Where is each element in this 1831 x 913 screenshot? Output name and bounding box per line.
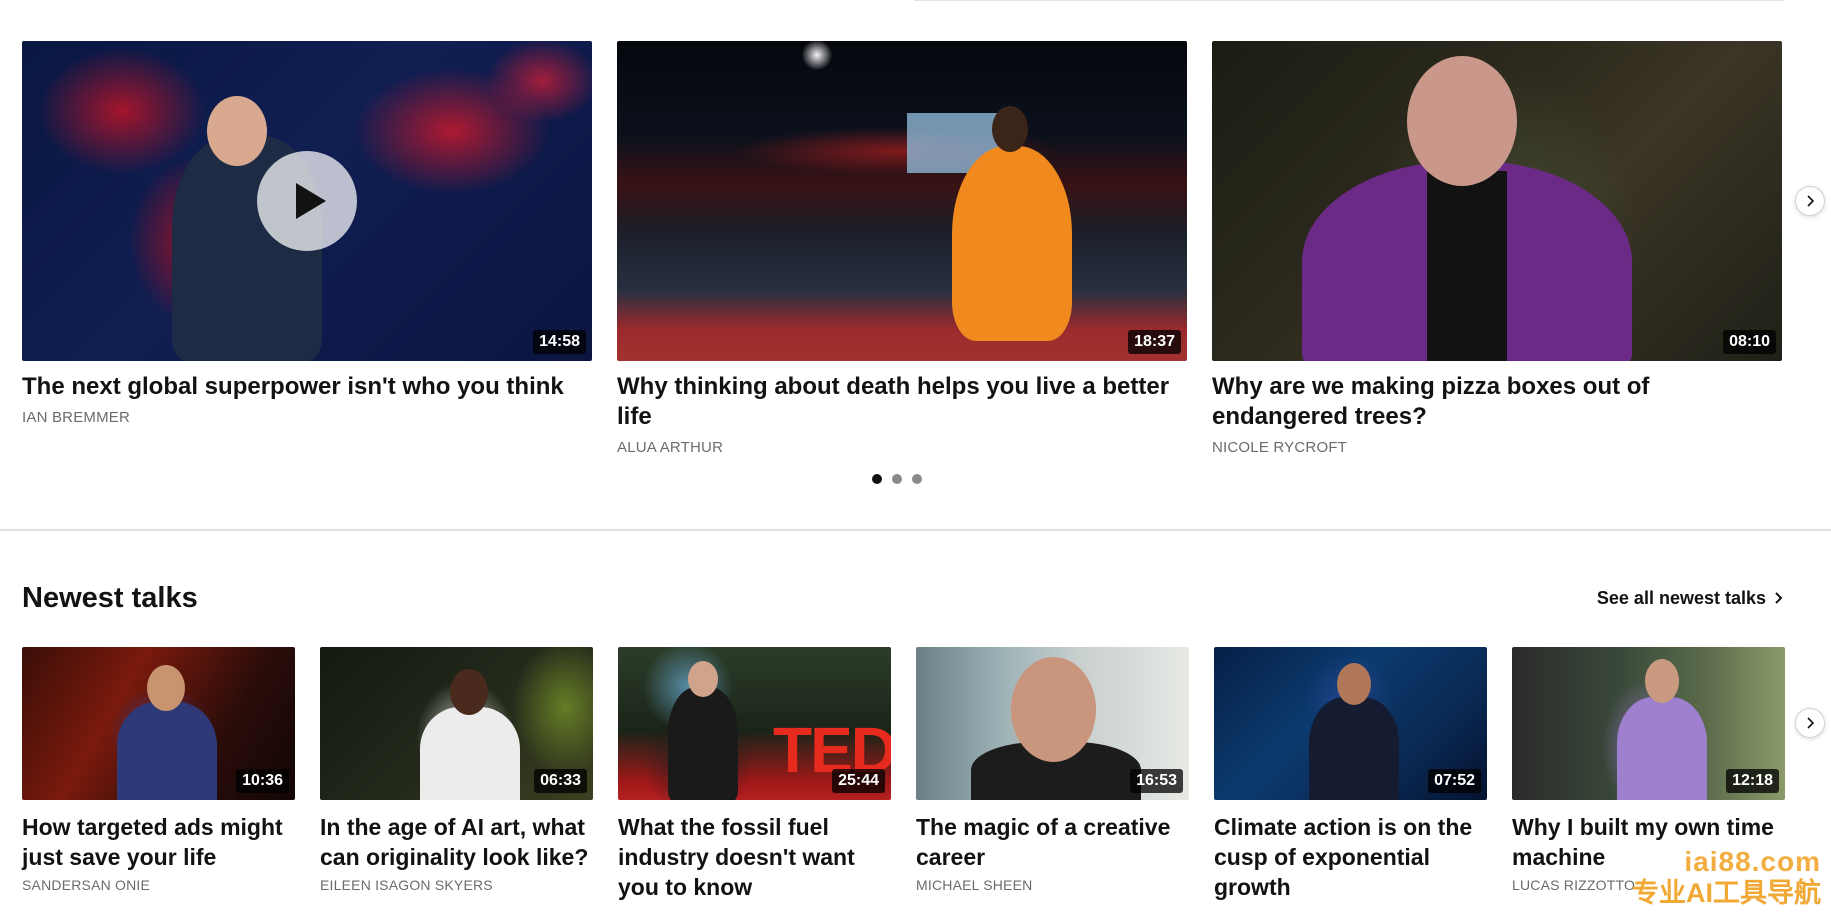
talk-thumbnail[interactable]: 16:53 [916,647,1189,800]
speaker-name: NICOLE RYCROFT [1212,439,1348,456]
speaker-name: EILEEN ISAGON SKYERS [320,877,493,893]
see-all-label: See all newest talks [1596,588,1766,608]
speaker-figure [952,146,1072,341]
talk-title[interactable]: Climate action is on the cusp of exponen… [1214,812,1487,902]
talk-thumbnail[interactable]: 14:58 [22,41,592,361]
talk-title[interactable]: The next global superpower isn't who you… [22,372,592,402]
carousel-pagination [872,474,922,484]
featured-talk-card[interactable]: 18:37 Why thinking about death helps you… [617,41,1187,458]
talk-thumbnail[interactable]: 06:33 [320,647,593,800]
speaker-head [992,106,1028,152]
featured-carousel: 14:58 The next global superpower isn't w… [22,41,1784,458]
page: 14:58 The next global superpower isn't w… [0,0,1831,913]
play-icon [296,183,326,219]
newest-talks-row: 10:36 How targeted ads might just save y… [22,647,1785,905]
duration-badge: 10:36 [236,769,289,793]
newest-talk-card[interactable]: 07:52 Climate action is on the cusp of e… [1214,647,1487,905]
newest-talk-card[interactable]: 10:36 How targeted ads might just save y… [22,647,295,905]
talk-title[interactable]: Why thinking about death helps you live … [617,372,1187,432]
newest-talk-card[interactable]: TED 25:44 What the fossil fuel industry … [618,647,891,905]
chevron-right-icon [1807,195,1815,207]
speaker-head [1011,657,1096,762]
speaker-figure [1309,697,1399,800]
talk-thumbnail[interactable]: 10:36 [22,647,295,800]
newest-talk-card[interactable]: 16:53 The magic of a creative career MIC… [916,647,1189,905]
duration-badge: 06:33 [534,769,587,793]
talk-thumbnail[interactable]: 18:37 [617,41,1187,361]
talk-title[interactable]: How targeted ads might just save your li… [22,812,295,872]
talk-title[interactable]: In the age of AI art, what can originali… [320,812,593,872]
talk-thumbnail[interactable]: 08:10 [1212,41,1782,361]
talk-thumbnail[interactable]: 12:18 [1512,647,1785,800]
speaker-head [688,661,718,697]
featured-row: 14:58 The next global superpower isn't w… [22,41,1784,458]
top-divider [914,0,1784,1]
duration-badge: 25:44 [832,769,885,793]
duration-badge: 08:10 [1723,330,1776,354]
speaker-name: ALUA ARTHUR [617,439,724,456]
speaker-head [207,96,267,166]
speaker-figure [420,707,520,800]
pagination-dot-1[interactable] [872,474,882,484]
speaker-head [1407,56,1517,186]
speaker-name: MICHAEL SHEEN [916,877,1033,893]
see-all-newest-link[interactable]: See all newest talks [1597,586,1784,610]
duration-badge: 07:52 [1428,769,1481,793]
talk-thumbnail[interactable]: TED 25:44 [618,647,891,800]
speaker-figure [117,702,217,800]
play-button[interactable] [257,151,357,251]
featured-talk-card[interactable]: 14:58 The next global superpower isn't w… [22,41,592,458]
talk-title[interactable]: What the fossil fuel industry doesn't wa… [618,812,891,902]
speaker-shirt [1427,171,1507,361]
featured-talk-card[interactable]: 08:10 Why are we making pizza boxes out … [1212,41,1782,458]
duration-badge: 18:37 [1128,330,1181,354]
speaker-head [1337,663,1371,705]
speaker-head [1645,659,1679,703]
talk-title[interactable]: The magic of a creative career [916,812,1189,872]
talk-title[interactable]: Why are we making pizza boxes out of end… [1212,372,1782,432]
speaker-head [147,665,185,711]
speaker-head [450,669,488,715]
newest-next-button[interactable] [1795,708,1825,738]
newest-talk-card[interactable]: 06:33 In the age of AI art, what can ori… [320,647,593,905]
talk-thumbnail[interactable]: 07:52 [1214,647,1487,800]
carousel-next-button[interactable] [1795,186,1825,216]
newest-talk-card[interactable]: 12:18 Why I built my own time machine LU… [1512,647,1785,905]
speaker-figure [1617,697,1707,800]
pagination-dot-3[interactable] [912,474,922,484]
section-divider [0,529,1831,531]
duration-badge: 14:58 [533,330,586,354]
speaker-figure [668,687,738,800]
chevron-right-icon [1775,592,1783,604]
talk-title[interactable]: Why I built my own time machine [1512,812,1785,872]
speaker-name: IAN BREMMER [22,409,131,426]
duration-badge: 16:53 [1130,769,1183,793]
chevron-right-icon [1807,717,1815,729]
section-title: Newest talks [22,582,198,614]
duration-badge: 12:18 [1726,769,1779,793]
newest-talks-header: Newest talks See all newest talks [22,580,1784,616]
speaker-name: LUCAS RIZZOTTO [1512,877,1636,893]
speaker-name: SANDERSAN ONIE [22,877,151,893]
pagination-dot-2[interactable] [892,474,902,484]
